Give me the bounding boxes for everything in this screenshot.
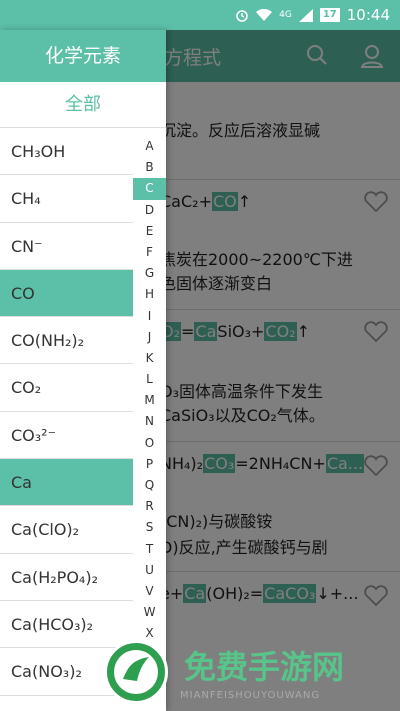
formula-item[interactable]: CH₃OH bbox=[0, 128, 133, 176]
alarm-icon bbox=[235, 8, 249, 22]
formula-item[interactable]: Ca(HCO₃)₂ bbox=[0, 601, 133, 649]
clock: 10:44 bbox=[346, 6, 390, 24]
index-letter-t[interactable]: T bbox=[133, 539, 166, 560]
battery-indicator: 17 bbox=[319, 8, 340, 22]
all-elements-button[interactable]: 全部 bbox=[0, 82, 166, 128]
formula-item[interactable]: CN⁻ bbox=[0, 223, 133, 270]
index-letter-g[interactable]: G bbox=[133, 263, 166, 284]
index-letter-k[interactable]: K bbox=[133, 348, 166, 369]
formula-item[interactable]: Ca(ClO)₂ bbox=[0, 506, 133, 554]
watermark-subtext: MIANFEISHOUYOUWANG bbox=[180, 690, 321, 701]
index-letter-w[interactable]: W bbox=[133, 602, 166, 623]
index-letter-m[interactable]: M bbox=[133, 390, 166, 411]
index-letter-l[interactable]: L bbox=[133, 369, 166, 390]
index-letter-j[interactable]: J bbox=[133, 327, 166, 348]
index-letter-u[interactable]: U bbox=[133, 560, 166, 581]
formula-item[interactable]: Ca bbox=[0, 459, 133, 507]
formula-item[interactable]: CO(NH₂)₂ bbox=[0, 317, 133, 365]
index-letter-a[interactable]: A bbox=[133, 136, 166, 157]
signal-icon bbox=[298, 8, 313, 22]
index-letter-h[interactable]: H bbox=[133, 284, 166, 305]
index-letter-n[interactable]: N bbox=[133, 411, 166, 432]
site-logo bbox=[104, 640, 168, 704]
formula-item[interactable]: CO bbox=[0, 269, 133, 318]
index-letter-o[interactable]: O bbox=[133, 433, 166, 454]
formula-item[interactable]: CH₄ bbox=[0, 175, 133, 223]
element-drawer: 化学元素 全部 CH₃OH CH₄ CN⁻ CO CO(NH₂)₂ CO₂ CO₃²⁻ Ca C… bbox=[0, 30, 166, 711]
formula-item[interactable]: CO₃²⁻ bbox=[0, 412, 133, 460]
status-bar: 4G 17 10:44 bbox=[0, 0, 400, 30]
wifi-icon bbox=[256, 8, 273, 22]
index-letter-e[interactable]: E bbox=[133, 221, 166, 242]
index-letter-p[interactable]: P bbox=[133, 454, 166, 475]
index-letter-v[interactable]: V bbox=[133, 581, 166, 602]
drawer-title: 化学元素 bbox=[0, 30, 166, 82]
index-letter-s[interactable]: S bbox=[133, 517, 166, 538]
index-letter-f[interactable]: F bbox=[133, 242, 166, 263]
formula-list: CH₃OH CH₄ CN⁻ CO CO(NH₂)₂ CO₂ CO₃²⁻ Ca Ca(ClO)₂ C… bbox=[0, 128, 133, 711]
index-letter-r[interactable]: R bbox=[133, 496, 166, 517]
index-letter-d[interactable]: D bbox=[133, 200, 166, 221]
index-letter-c[interactable]: C bbox=[133, 178, 166, 200]
alphabet-index[interactable]: ABCDEFGHIJKLMNOPQRSTUVWX bbox=[133, 136, 166, 645]
network-type-label: 4G bbox=[279, 10, 292, 20]
formula-item[interactable]: CO₂ bbox=[0, 364, 133, 412]
formula-item[interactable]: Ca(H₂PO₄)₂ bbox=[0, 554, 133, 601]
watermark-text: 免费手游网 bbox=[184, 648, 345, 686]
index-letter-b[interactable]: B bbox=[133, 157, 166, 178]
index-letter-i[interactable]: I bbox=[133, 306, 166, 327]
index-letter-q[interactable]: Q bbox=[133, 475, 166, 496]
